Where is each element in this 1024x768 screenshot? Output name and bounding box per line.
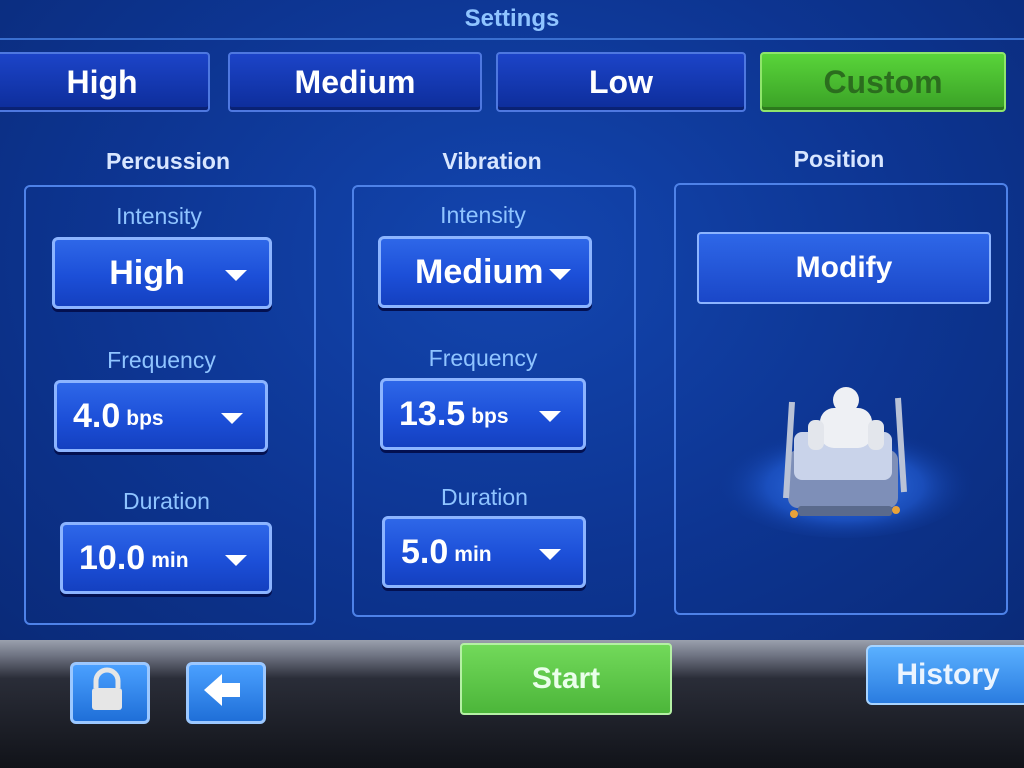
vibration-intensity-dropdown[interactable]: Medium [378,236,592,308]
lock-button[interactable] [70,662,150,724]
modify-button[interactable]: Modify [697,232,991,304]
chevron-down-icon [225,555,247,566]
vibration-duration-value: 5.0 [401,532,449,571]
vibration-intensity-label: Intensity [440,202,526,228]
percussion-intensity-dropdown[interactable]: High [52,237,272,309]
preset-bar: High Medium Low Custom [0,44,1024,120]
percussion-duration-value: 10.0 [79,538,146,577]
percussion-frequency-label: Frequency [107,347,216,373]
lock-icon [92,667,122,710]
vibration-frequency-label: Frequency [428,345,538,371]
chevron-down-icon [539,411,561,422]
preset-low-button[interactable]: Low [496,52,746,112]
chevron-down-icon [221,413,243,424]
back-button[interactable] [186,662,266,724]
vibration-frequency-dropdown[interactable]: 13.5 bps [380,378,586,450]
history-button[interactable]: History [866,645,1024,705]
percussion-duration-dropdown[interactable]: 10.0 min [60,522,272,594]
percussion-intensity-label: Intensity [116,203,202,229]
vibration-frequency-unit: bps [471,405,509,428]
vibration-duration-dropdown[interactable]: 5.0 min [382,516,586,588]
vibration-title: Vibration [442,148,542,174]
chevron-down-icon [549,269,571,280]
vibration-duration-label: Duration [441,484,528,510]
vibration-duration-unit: min [454,543,492,566]
settings-screen: Settings High Medium Low Custom Percussi… [0,0,1024,650]
percussion-frequency-value: 4.0 [73,396,121,435]
chevron-down-icon [539,549,561,560]
percussion-title: Percussion [106,148,230,174]
preset-custom-button[interactable]: Custom [760,52,1006,112]
percussion-frequency-dropdown[interactable]: 4.0 bps [54,380,268,452]
preset-high-button[interactable]: High [0,52,210,112]
percussion-intensity-value: High [109,253,185,292]
page-title: Settings [464,5,560,32]
percussion-duration-label: Duration [123,488,210,514]
back-arrow-icon [204,674,240,706]
vibration-intensity-value: Medium [415,252,544,291]
chevron-down-icon [225,270,247,281]
preset-medium-button[interactable]: Medium [228,52,482,112]
percussion-frequency-unit: bps [126,407,164,430]
start-button[interactable]: Start [460,643,672,715]
patient-bed-icon[interactable] [710,380,980,540]
position-title: Position [793,146,885,172]
title-divider [0,38,1024,40]
percussion-duration-unit: min [151,549,189,572]
vibration-frequency-value: 13.5 [399,394,466,433]
